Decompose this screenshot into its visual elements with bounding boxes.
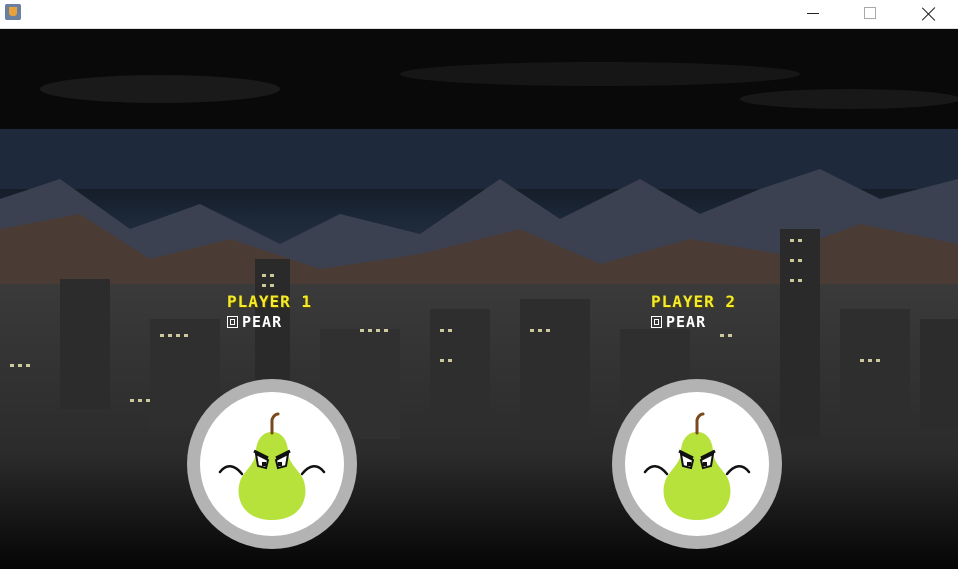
close-button[interactable] bbox=[905, 0, 951, 28]
player-1-avatar-button[interactable] bbox=[187, 379, 357, 549]
angry-pear-icon bbox=[643, 412, 751, 520]
minimize-button[interactable] bbox=[790, 0, 836, 28]
java-app-icon bbox=[5, 4, 21, 20]
player-1-selection: PEAR bbox=[227, 313, 282, 331]
player-1-character-name: PEAR bbox=[242, 313, 283, 331]
game-scene: PLAYER 1 PEAR PLAYER 2 PEAR bbox=[0, 29, 958, 569]
character-icon bbox=[651, 316, 662, 328]
city-night-background bbox=[0, 29, 958, 569]
maximize-icon bbox=[864, 7, 876, 19]
minimize-icon bbox=[807, 13, 819, 14]
maximize-button[interactable] bbox=[847, 0, 893, 28]
player-2-selection: PEAR bbox=[651, 313, 706, 331]
angry-pear-icon bbox=[218, 412, 326, 520]
character-icon bbox=[227, 316, 238, 328]
window-titlebar bbox=[0, 0, 958, 29]
player-2-avatar-button[interactable] bbox=[612, 379, 782, 549]
player-1-label: PLAYER 1 bbox=[227, 292, 313, 311]
player-2-character-name: PEAR bbox=[666, 313, 707, 331]
player-2-label: PLAYER 2 bbox=[651, 292, 737, 311]
close-icon bbox=[921, 6, 937, 22]
